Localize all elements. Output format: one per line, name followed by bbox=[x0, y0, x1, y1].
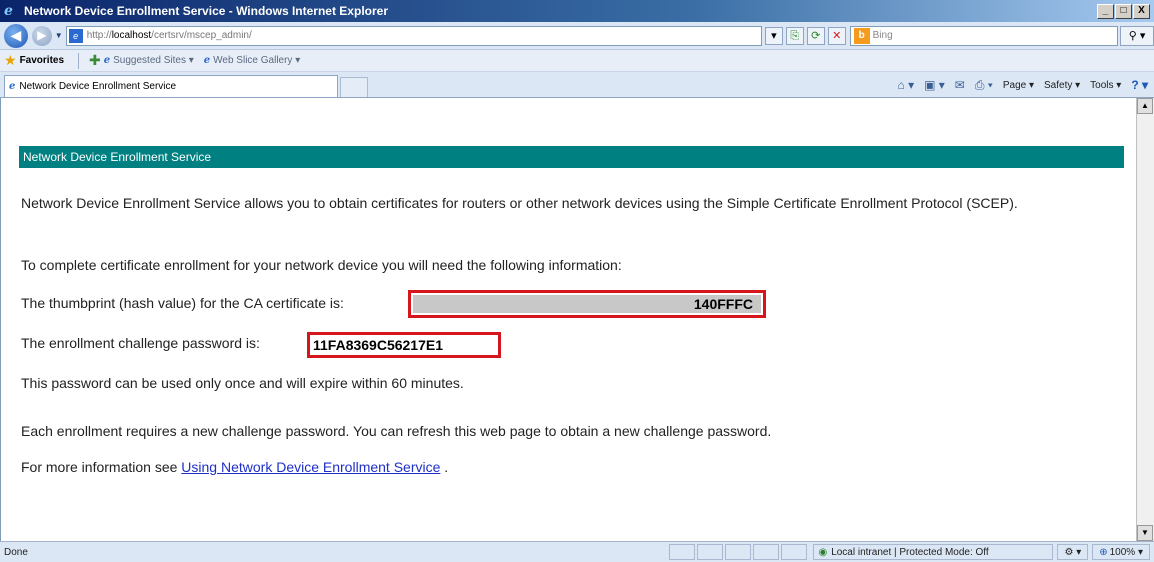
page-icon: e bbox=[68, 28, 83, 43]
window-title: Network Device Enrollment Service - Wind… bbox=[24, 4, 388, 18]
zoom-icon: ⊕ bbox=[1099, 546, 1108, 558]
ie-page-icon: e bbox=[9, 81, 16, 92]
thumbprint-highlight: 140FFFC bbox=[408, 290, 766, 318]
new-tab-button[interactable] bbox=[340, 77, 368, 97]
search-input[interactable]: b Bing bbox=[849, 25, 1119, 46]
zoom-button[interactable]: ⊕ 100% ▾ bbox=[1092, 544, 1150, 560]
status-cell bbox=[781, 544, 808, 560]
tab-network-device-enrollment[interactable]: e Network Device Enrollment Service bbox=[4, 75, 338, 97]
url-host: localhost bbox=[111, 30, 152, 41]
more-info-prefix: For more information see bbox=[21, 459, 178, 475]
thumbprint-value: 140FFFC bbox=[413, 295, 761, 313]
more-info-suffix: . bbox=[444, 459, 449, 475]
print-icon[interactable]: ⎙ ▾ bbox=[975, 78, 993, 93]
status-text: Done bbox=[4, 546, 28, 558]
intro-text: Network Device Enrollment Service allows… bbox=[21, 195, 1018, 211]
minimize-button[interactable]: _ bbox=[1097, 3, 1114, 19]
home-icon[interactable]: ⌂ ▾ bbox=[897, 78, 914, 92]
page-banner: Network Device Enrollment Service bbox=[19, 146, 1124, 168]
status-cell bbox=[753, 544, 780, 560]
navigation-bar: ◀ ▶ ▼ e http://localhost/certsrv/mscep_a… bbox=[0, 22, 1154, 50]
each-note: Each enrollment requires a new challenge… bbox=[21, 423, 772, 439]
address-dropdown-icon[interactable]: ▾ bbox=[764, 26, 783, 45]
more-info-text: For more information see Using Network D… bbox=[21, 458, 448, 476]
protected-mode-button[interactable]: ⚙ ▾ bbox=[1057, 544, 1089, 560]
suggested-sites-link[interactable]: Suggested Sites ▾ bbox=[113, 55, 194, 66]
refresh-icon[interactable]: ⟳ bbox=[806, 26, 825, 45]
bing-icon: b bbox=[853, 27, 870, 44]
divider bbox=[78, 52, 80, 69]
password-label: The enrollment challenge password is: bbox=[21, 335, 260, 351]
once-note: This password can be used only once and … bbox=[21, 375, 464, 391]
tools-menu[interactable]: Tools ▾ bbox=[1090, 80, 1121, 91]
page-menu[interactable]: Page ▾ bbox=[1003, 80, 1034, 91]
help-icon[interactable]: ? ▾ bbox=[1131, 78, 1148, 92]
using-ndes-link[interactable]: Using Network Device Enrollment Service bbox=[181, 459, 440, 475]
maximize-button[interactable]: □ bbox=[1115, 3, 1132, 19]
url-prefix: http:// bbox=[86, 30, 112, 41]
favorites-button[interactable]: Favorites bbox=[20, 55, 64, 66]
command-bar: ⌂ ▾ ▣ ▾ ✉ ⎙ ▾ Page ▾ Safety ▾ Tools ▾ ? … bbox=[897, 73, 1148, 97]
address-bar[interactable]: e http://localhost/certsrv/mscep_admin/ bbox=[65, 25, 762, 46]
window-controls: _ □ X bbox=[1097, 3, 1150, 19]
security-zone[interactable]: ◉ Local intranet | Protected Mode: Off bbox=[813, 544, 1054, 560]
page-content: Network Device Enrollment Service Networ… bbox=[0, 98, 1136, 541]
zone-text: Local intranet | Protected Mode: Off bbox=[831, 546, 989, 558]
forward-button[interactable]: ▶ bbox=[31, 25, 52, 46]
stop-icon[interactable]: ✕ bbox=[827, 26, 846, 45]
password-value: 11FA8369C56217E1 bbox=[313, 337, 443, 353]
scroll-down-icon[interactable]: ▼ bbox=[1137, 525, 1153, 541]
close-button[interactable]: X bbox=[1133, 3, 1150, 19]
tab-bar: e Network Device Enrollment Service ⌂ ▾ … bbox=[0, 72, 1154, 98]
add-favorite-icon[interactable]: ✚ bbox=[89, 52, 101, 69]
status-bar: Done ◉ Local intranet | Protected Mode: … bbox=[0, 541, 1154, 562]
ie-page-icon: e bbox=[203, 55, 211, 66]
vertical-scrollbar[interactable]: ▲ ▼ bbox=[1136, 98, 1154, 541]
ie-page-icon: e bbox=[103, 55, 111, 66]
favorites-star-icon[interactable]: ★ bbox=[4, 52, 17, 69]
zoom-level: 100% bbox=[1109, 546, 1136, 558]
search-button[interactable]: ⚲ ▾ bbox=[1120, 25, 1154, 46]
ie-logo-icon: e bbox=[4, 3, 13, 19]
thumbprint-label: The thumbprint (hash value) for the CA c… bbox=[21, 295, 344, 311]
back-button[interactable]: ◀ bbox=[4, 23, 28, 48]
favorites-bar: ★ Favorites ✚ e Suggested Sites ▾ e Web … bbox=[0, 50, 1154, 72]
status-cell bbox=[669, 544, 696, 560]
safety-menu[interactable]: Safety ▾ bbox=[1044, 80, 1080, 91]
need-info-text: To complete certificate enrollment for y… bbox=[21, 257, 622, 273]
feeds-icon[interactable]: ▣ ▾ bbox=[924, 78, 945, 92]
status-cell bbox=[697, 544, 724, 560]
intranet-icon: ◉ bbox=[818, 546, 828, 558]
password-highlight: 11FA8369C56217E1 bbox=[307, 332, 501, 358]
compat-view-icon[interactable]: ⎘ bbox=[785, 26, 804, 45]
status-cell bbox=[725, 544, 752, 560]
window-title-bar: e Network Device Enrollment Service - Wi… bbox=[0, 0, 1154, 22]
web-slice-gallery-link[interactable]: Web Slice Gallery ▾ bbox=[213, 55, 300, 66]
search-placeholder: Bing bbox=[872, 30, 893, 41]
url-path: /certsrv/mscep_admin/ bbox=[151, 30, 252, 41]
tab-label: Network Device Enrollment Service bbox=[19, 81, 177, 92]
mail-icon[interactable]: ✉ bbox=[955, 78, 965, 92]
scroll-up-icon[interactable]: ▲ bbox=[1137, 98, 1153, 114]
history-dropdown-icon[interactable]: ▼ bbox=[55, 31, 63, 40]
